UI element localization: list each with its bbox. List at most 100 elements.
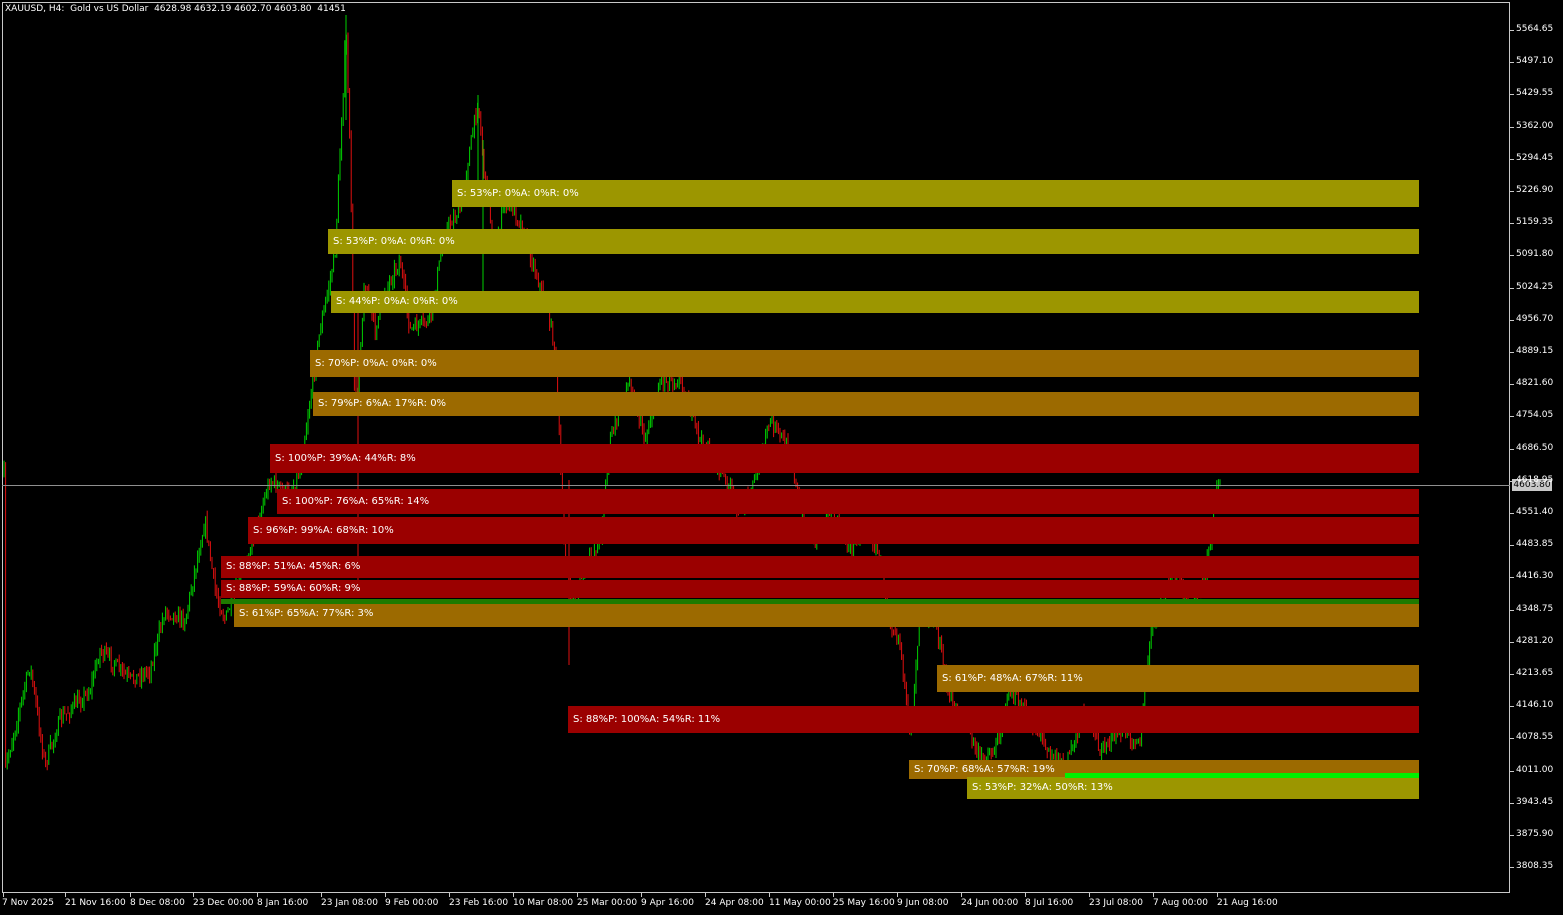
zone-label: S: 61%P: 65%A: 77%R: 3% [239, 607, 374, 619]
price-tick-label: 3808.35 [1516, 861, 1554, 872]
price-tick-label: 4281.20 [1516, 635, 1554, 646]
price-tick-label: 4213.65 [1516, 668, 1554, 678]
time-tick-mark [3, 893, 4, 897]
zone-label: S: 96%P: 99%A: 68%R: 10% [253, 524, 394, 536]
time-tick-mark [130, 893, 131, 897]
price-tick-label: 3875.90 [1516, 829, 1554, 839]
price-tick-mark [1510, 609, 1514, 611]
time-tick-label: 24 Jun 00:00 [961, 898, 1019, 908]
time-tick-label: 7 Aug 00:00 [1153, 898, 1208, 908]
zone-label: S: 44%P: 0%A: 0%R: 0% [336, 296, 458, 307]
time-tick-label: 23 Feb 16:00 [449, 898, 509, 908]
time-tick-mark [705, 893, 706, 897]
zone-label: S: 70%P: 68%A: 57%R: 19% [914, 763, 1055, 775]
time-tick-mark [1089, 893, 1090, 897]
time-tick-mark [257, 893, 258, 897]
time-tick-mark [513, 893, 514, 897]
price-tick-mark [1510, 480, 1514, 482]
time-tick-mark [65, 893, 66, 897]
price-tick-mark [1510, 287, 1514, 289]
price-tick-label: 4011.00 [1516, 764, 1554, 775]
time-tick-mark [769, 893, 770, 897]
price-tick-label: 5497.10 [1516, 56, 1554, 67]
price-tick-mark [1510, 802, 1514, 804]
zone-label: S: 88%P: 100%A: 54%R: 11% [573, 713, 721, 725]
time-tick-label: 9 Feb 00:00 [385, 898, 439, 908]
price-tick-mark [1510, 738, 1514, 740]
zone-olive[interactable] [328, 229, 1419, 254]
price-tick-label: 4686.50 [1516, 442, 1554, 453]
price-tick-label: 5159.35 [1516, 217, 1554, 228]
time-tick-label: 24 Apr 08:00 [705, 898, 764, 908]
time-tick-mark [641, 893, 642, 897]
price-tick-label: 5226.90 [1516, 185, 1554, 195]
price-tick-mark [1510, 94, 1514, 96]
time-tick-mark [1153, 893, 1154, 897]
price-tick-mark [1510, 319, 1514, 321]
price-tick-mark [1510, 706, 1514, 708]
zone-label: S: 70%P: 0%A: 0%R: 0% [315, 357, 437, 369]
price-tick-label: 4146.10 [1516, 700, 1554, 711]
time-tick-mark [961, 893, 962, 897]
current-price-line [2, 485, 1510, 486]
time-tick-mark [385, 893, 386, 897]
time-tick-label: 8 Jan 16:00 [257, 898, 309, 908]
price-tick-mark [1510, 513, 1514, 514]
zone-olive[interactable] [331, 291, 1419, 313]
price-tick-mark [1510, 867, 1514, 869]
time-tick-mark [1025, 893, 1026, 897]
price-tick-label: 3943.45 [1516, 796, 1554, 807]
price-tick-mark [1510, 641, 1514, 643]
time-tick-mark [897, 893, 898, 897]
price-tick-label: 4821.60 [1516, 378, 1554, 389]
price-tick-mark [1510, 191, 1514, 192]
zone-red[interactable] [248, 517, 1419, 544]
zone-label: S: 53%P: 0%A: 0%R: 0% [333, 235, 455, 247]
price-tick-label: 5091.80 [1516, 249, 1554, 260]
time-tick-label: 9 Apr 16:00 [641, 898, 694, 908]
zone-olive[interactable] [452, 180, 1419, 207]
zone-red[interactable] [221, 580, 1419, 598]
time-tick-mark [193, 893, 194, 897]
zone-label: S: 53%P: 0%A: 0%R: 0% [457, 187, 579, 199]
zone-boundary-line [1065, 773, 1419, 778]
time-tick-label: 23 Jan 08:00 [321, 898, 378, 908]
time-tick-label: 7 Nov 2025 [2, 898, 54, 908]
price-tick-mark [1510, 126, 1514, 128]
price-tick-label: 5024.25 [1516, 281, 1554, 292]
symbol-header: XAUUSD, H4: Gold vs US Dollar 4628.98 46… [5, 4, 346, 14]
price-tick-label: 5294.45 [1516, 152, 1554, 163]
price-tick-label: 5429.55 [1516, 88, 1554, 99]
price-tick-mark [1510, 416, 1514, 418]
time-tick-label: 25 May 16:00 [833, 898, 895, 908]
time-tick-label: 23 Jul 08:00 [1089, 898, 1143, 908]
zone-red[interactable] [221, 556, 1419, 578]
price-tick-mark [1510, 770, 1514, 772]
price-tick-label: 4078.55 [1516, 732, 1554, 743]
zone-red[interactable] [270, 444, 1419, 473]
price-tick-mark [1510, 384, 1514, 386]
price-tick-mark [1510, 674, 1514, 675]
zone-label: S: 88%P: 51%A: 45%R: 6% [226, 561, 361, 572]
zone-red[interactable] [277, 489, 1419, 514]
time-tick-label: 9 Jun 08:00 [897, 898, 949, 908]
zone-orange[interactable] [234, 600, 1419, 627]
zone-label: S: 61%P: 48%A: 67%R: 11% [942, 672, 1083, 684]
zone-orange[interactable] [313, 392, 1419, 416]
price-tick-mark [1510, 448, 1514, 450]
zone-orange[interactable] [310, 350, 1419, 377]
price-tick-mark [1510, 62, 1514, 64]
time-tick-label: 25 Mar 00:00 [577, 898, 638, 908]
time-tick-label: 8 Jul 16:00 [1025, 898, 1074, 908]
price-tick-mark [1510, 223, 1514, 225]
time-tick-mark [577, 893, 578, 897]
time-tick-mark [1217, 893, 1218, 897]
time-tick-label: 11 May 00:00 [769, 898, 831, 908]
price-tick-label: 4416.30 [1516, 571, 1554, 582]
price-tick-mark [1510, 352, 1514, 353]
zone-label: S: 79%P: 6%A: 17%R: 0% [318, 398, 447, 409]
price-tick-label: 4956.70 [1516, 313, 1554, 324]
zone-label: S: 88%P: 59%A: 60%R: 9% [226, 583, 361, 594]
price-tick-label: 4618.95 [1516, 474, 1554, 485]
price-tick-mark [1510, 577, 1514, 579]
